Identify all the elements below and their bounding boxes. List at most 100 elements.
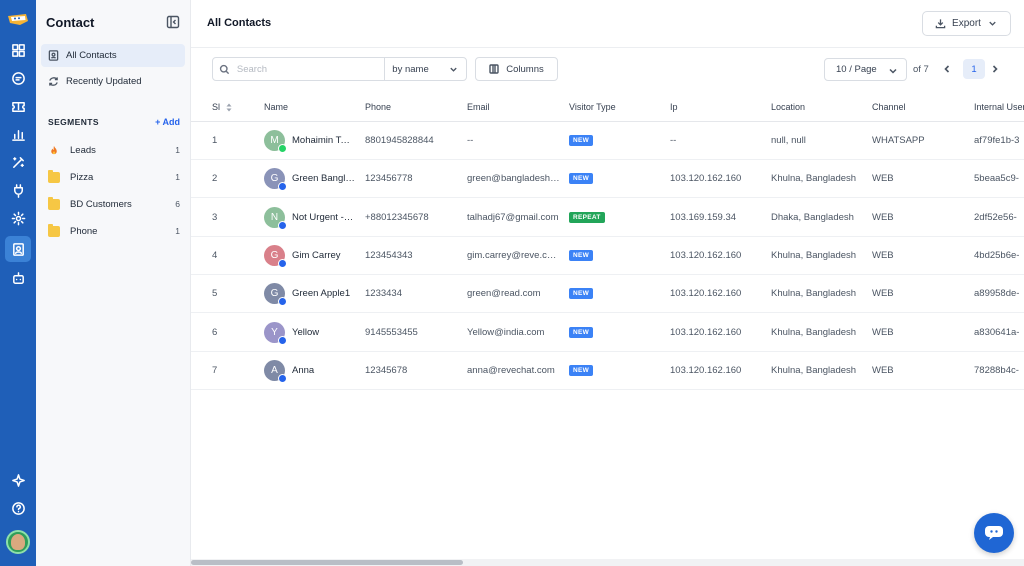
cell-location: null, null — [771, 135, 806, 146]
cell-phone: 8801945828844 — [365, 135, 434, 146]
table-row[interactable]: 3 N Not Urgent - Tal +88012345678 talhadj67@… — [191, 199, 1024, 237]
visitor-type-badge: NEW — [569, 173, 594, 185]
user-avatar[interactable] — [6, 530, 30, 554]
ticket-icon[interactable] — [0, 92, 36, 120]
avatar-initial: M — [270, 135, 279, 146]
cell-sl: 4 — [212, 249, 218, 261]
columns-button[interactable]: Columns — [475, 57, 558, 81]
cell-email: green@read.com — [467, 288, 541, 300]
cell-name[interactable]: Anna — [292, 365, 355, 376]
cell-location: Khulna, Bangladesh — [771, 249, 857, 261]
cell-channel: WHATSAPP — [872, 135, 925, 146]
bot-icon[interactable] — [0, 264, 36, 292]
search-by-select[interactable]: by name — [384, 58, 466, 80]
cell-sl: 5 — [212, 288, 218, 300]
search-by-value: by name — [392, 63, 429, 75]
cell-email: anna@revechat.com — [467, 364, 555, 376]
cell-internal-id: a89958de- — [974, 288, 1020, 300]
avatar-initial: G — [270, 288, 279, 300]
column-header-internal-user-id: Internal User ID — [974, 102, 1024, 112]
cell-email: talhadj67@gmail.com — [467, 211, 559, 223]
cell-name[interactable]: Mohaimin Tahmid — [292, 135, 355, 146]
cell-internal-id: 2df52e56- — [974, 211, 1017, 223]
segments-title: SEGMENTS — [48, 117, 99, 127]
search-input[interactable] — [236, 63, 385, 75]
collapse-sidebar-icon[interactable] — [166, 15, 180, 29]
web-icon — [278, 373, 287, 383]
cell-location: Dhaka, Bangladesh — [771, 211, 854, 223]
cell-name[interactable]: Gim Carrey — [292, 250, 355, 261]
magic-wand-icon[interactable] — [0, 148, 36, 176]
chat-bubble-icon — [985, 526, 1003, 540]
chat-widget-button[interactable] — [974, 513, 1014, 553]
cell-phone: 12345678 — [365, 364, 408, 376]
header-divider — [191, 47, 1024, 48]
cell-channel: WEB — [872, 173, 894, 185]
add-segment-button[interactable]: + Add — [155, 117, 180, 127]
help-icon[interactable] — [0, 494, 36, 522]
cell-name[interactable]: Yellow — [292, 327, 355, 338]
nav-recently-updated[interactable]: Recently Updated — [41, 70, 185, 93]
table-row[interactable]: 6 Y Yellow 9145553455 Yellow@india.com NEW 103… — [191, 314, 1024, 352]
logo-icon[interactable] — [6, 12, 30, 28]
nav-label: Recently Updated — [66, 76, 142, 87]
segment-phone[interactable]: Phone 1 — [48, 222, 180, 240]
sparkle-icon[interactable] — [0, 466, 36, 494]
nav-all-contacts[interactable]: All Contacts — [41, 44, 185, 67]
cell-sl: 7 — [212, 364, 218, 376]
segment-leads[interactable]: Leads 1 — [48, 141, 180, 159]
cell-sl: 6 — [212, 326, 218, 338]
cell-ip: 103.120.162.160 — [670, 249, 742, 261]
cell-ip: 103.169.159.34 — [670, 211, 737, 223]
cell-sl: 1 — [212, 135, 218, 146]
columns-label: Columns — [506, 63, 544, 75]
plug-icon[interactable] — [0, 176, 36, 204]
cell-email: green@bangladesh.com — [467, 173, 560, 185]
cell-phone: +88012345678 — [365, 211, 429, 223]
segment-pizza[interactable]: Pizza 1 — [48, 168, 180, 186]
cell-ip: 103.120.162.160 — [670, 288, 742, 300]
export-button[interactable]: Export — [922, 11, 1011, 36]
avatar: G — [264, 244, 287, 268]
main-content: All Contacts Export by name Columns 10 /… — [191, 0, 1024, 566]
cell-phone: 9145553455 — [365, 326, 418, 338]
page-size-select[interactable]: 10 / Page — [824, 58, 907, 81]
scrollbar-thumb[interactable] — [191, 560, 463, 565]
contact-card-icon — [48, 50, 59, 61]
column-header-sl[interactable]: Sl — [212, 102, 232, 112]
cell-name[interactable]: Not Urgent - Tal — [292, 212, 355, 223]
segment-count: 1 — [175, 145, 180, 155]
avatar-initial: A — [271, 364, 278, 376]
cell-ip: 103.120.162.160 — [670, 326, 742, 338]
table-row[interactable]: 5 G Green Apple1 1233434 green@read.com NEW 10… — [191, 275, 1024, 314]
avatar: G — [264, 168, 287, 192]
segment-label: Phone — [70, 225, 98, 237]
dashboard-icon[interactable] — [0, 36, 36, 64]
cell-name[interactable]: Green Apple1 — [292, 288, 355, 299]
table-row[interactable]: 7 A Anna 12345678 anna@revechat.com NEW 103.12… — [191, 352, 1024, 390]
visitor-type-badge: NEW — [569, 364, 594, 376]
current-page-button[interactable]: 1 — [963, 59, 985, 79]
table-row[interactable]: 1 M Mohaimin Tahmid 8801945828844 -- NEW -- nul… — [191, 122, 1024, 160]
web-icon — [278, 182, 287, 192]
next-page-button[interactable] — [988, 61, 1002, 77]
report-icon[interactable] — [0, 120, 36, 148]
cell-phone: 123454343 — [365, 249, 413, 261]
visitor-type-badge: NEW — [569, 288, 594, 300]
visitor-type-badge: NEW — [569, 135, 594, 146]
table-row[interactable]: 2 G Green Bangladesh 123456778 green@banglad… — [191, 160, 1024, 199]
chevron-down-icon — [989, 21, 996, 26]
segment-count: 6 — [175, 199, 180, 209]
contacts-icon[interactable] — [0, 235, 36, 263]
cell-name[interactable]: Green Bangladesh — [292, 173, 355, 184]
chat-icon[interactable] — [0, 64, 36, 92]
sort-icon[interactable] — [226, 103, 232, 112]
search-icon — [213, 64, 237, 75]
column-header-channel: Channel — [872, 102, 906, 112]
table-row[interactable]: 4 G Gim Carrey 123454343 gim.carrey@reve.com… — [191, 237, 1024, 275]
prev-page-button[interactable] — [940, 61, 954, 77]
settings-icon[interactable] — [0, 204, 36, 232]
cell-email: Yellow@india.com — [467, 326, 545, 338]
column-header-email: Email — [467, 102, 490, 112]
segment-bd-customers[interactable]: BD Customers 6 — [48, 195, 180, 213]
